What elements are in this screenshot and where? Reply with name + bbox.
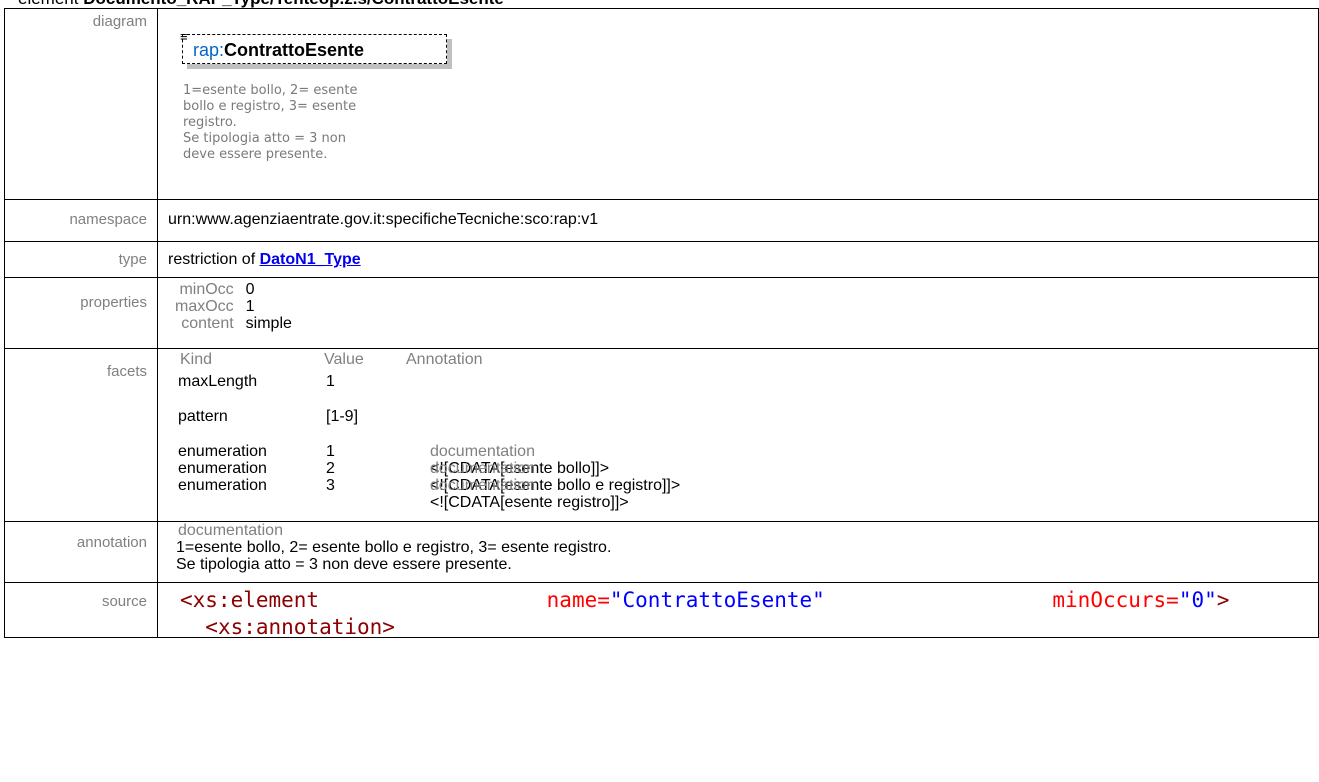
property-key: maxOcc: [175, 298, 234, 315]
facets-row: facets Kind Value Annotation maxLength 1…: [4, 348, 1319, 522]
source-line: <xs:annotation>: [180, 614, 1318, 637]
source-string: "0": [1178, 588, 1217, 612]
type-prefix: restriction of: [168, 251, 260, 268]
property-value: 1: [245, 298, 255, 315]
source-attr: name=: [546, 588, 610, 612]
element-doc-table: diagram ≡ rap:ContrattoEsente 1=esente b…: [4, 8, 1319, 638]
type-value: restriction of DatoN1_Type: [157, 241, 1319, 278]
properties-label: properties: [4, 277, 158, 349]
properties-cell: minOcc 0 maxOcc 1 content simple: [157, 277, 1319, 349]
facets-label: facets: [4, 348, 158, 522]
diagram-note-line: Se tipologia atto = 3 non: [183, 131, 346, 146]
source-code: <xs:element name="ContrattoEsente" minOc…: [180, 587, 1318, 637]
diagram-note: 1=esente bollo, 2= esente bollo e regist…: [183, 83, 443, 163]
element-box[interactable]: ≡ rap:ContrattoEsente: [180, 30, 452, 69]
facet-kind: enumeration: [178, 443, 267, 460]
diagram-note-line: bollo e registro, 3= esente: [183, 99, 357, 114]
annotation-label: annotation: [4, 521, 158, 583]
namespace-value: urn:www.agenziaentrate.gov.it:specifiche…: [157, 199, 1319, 242]
annotation-cell: documentation 1=esente bollo, 2= esente …: [157, 521, 1319, 583]
source-string: "ContrattoEsente": [609, 588, 825, 612]
type-row: type restriction of DatoN1_Type: [4, 241, 1319, 278]
property-key: content: [181, 315, 234, 332]
source-line: <xs:element name="ContrattoEsente" minOc…: [180, 587, 1318, 614]
annotation-doc-label: documentation: [178, 522, 283, 539]
facet-kind: enumeration: [178, 460, 267, 477]
diagram-note-line: 1=esente bollo, 2= esente: [183, 83, 358, 98]
properties-table: minOcc 0 maxOcc 1 content simple: [175, 281, 292, 332]
facets-header-kind: Kind: [180, 351, 213, 368]
diagram-label: diagram: [4, 8, 158, 200]
facet-value: 1: [326, 443, 335, 460]
type-link[interactable]: DatoN1_Type: [260, 251, 361, 268]
source-row: source <xs:element name="ContrattoEsente…: [4, 582, 1319, 638]
element-icon: ≡: [180, 29, 188, 44]
type-label: type: [4, 241, 158, 278]
property-value: 0: [245, 281, 255, 298]
facet-value: [1-9]: [326, 408, 359, 425]
source-tag: <xs:element: [180, 588, 320, 612]
diagram-note-line: registro.: [183, 115, 237, 130]
properties-row: properties minOcc 0 maxOcc 1 content simple: [4, 277, 1319, 349]
element-name: ContrattoEsente: [224, 40, 365, 60]
facet-kind: pattern: [178, 408, 228, 425]
facet-kind: enumeration: [178, 477, 267, 494]
annotation-line: Se tipologia atto = 3 non deve essere pr…: [176, 556, 512, 573]
facet-value: 2: [326, 460, 335, 477]
facets-cell: Kind Value Annotation maxLength 1 patter…: [157, 348, 1319, 522]
property-value: simple: [245, 315, 292, 332]
annotation-line: 1=esente bollo, 2= esente bollo e regist…: [176, 539, 612, 556]
source-label: source: [4, 582, 158, 638]
facets-header-value: Value: [324, 351, 364, 368]
facet-doc: <![CDATA[esente registro]]>: [430, 494, 629, 511]
diagram-note-line: deve essere presente.: [183, 147, 328, 162]
facet-doc-label: documentation: [430, 460, 535, 477]
diagram-cell: ≡ rap:ContrattoEsente 1=esente bollo, 2=…: [157, 8, 1319, 200]
element-prefix: rap:: [193, 40, 225, 60]
facet-value: 1: [326, 373, 335, 390]
property-key: minOcc: [179, 281, 234, 298]
namespace-label: namespace: [4, 199, 158, 242]
diagram-row: diagram ≡ rap:ContrattoEsente 1=esente b…: [4, 8, 1319, 200]
facet-doc-label: documentation: [430, 477, 535, 494]
facets-header-annotation: Annotation: [406, 351, 483, 368]
source-attr: minOccurs=: [1052, 588, 1179, 612]
facet-value: 3: [326, 477, 335, 494]
source-tag: >: [1216, 588, 1230, 612]
namespace-row: namespace urn:www.agenziaentrate.gov.it:…: [4, 199, 1319, 242]
source-tag: <xs:annotation>: [205, 615, 395, 637]
facet-doc-label: documentation: [430, 443, 535, 460]
source-cell: <xs:element name="ContrattoEsente" minOc…: [157, 582, 1319, 638]
annotation-row: annotation documentation 1=esente bollo,…: [4, 521, 1319, 583]
facet-kind: maxLength: [178, 373, 258, 390]
